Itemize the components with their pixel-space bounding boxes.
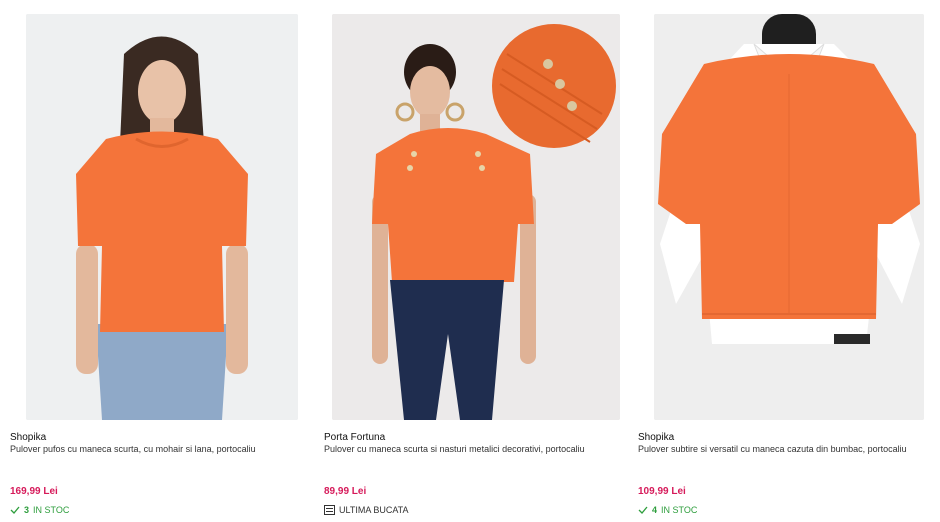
product-title[interactable]: Pulover cu maneca scurta si nasturi meta… bbox=[324, 444, 616, 455]
product-photo-woman-orange-top-buttons bbox=[332, 14, 620, 420]
product-image[interactable] bbox=[654, 14, 924, 420]
stock-status: 3 IN STOC bbox=[10, 505, 69, 515]
stock-label: ULTIMA BUCATA bbox=[339, 505, 409, 515]
product-title[interactable]: Pulover pufos cu maneca scurta, cu mohai… bbox=[10, 444, 302, 455]
stock-quantity: 3 bbox=[24, 505, 30, 515]
box-icon bbox=[324, 505, 335, 515]
product-price: 109,99 Lei bbox=[638, 486, 686, 497]
product-image[interactable] bbox=[26, 14, 298, 420]
stock-status: ULTIMA BUCATA bbox=[324, 505, 409, 515]
check-icon bbox=[10, 506, 20, 514]
product-brand[interactable]: Shopika bbox=[10, 432, 46, 443]
check-icon bbox=[638, 506, 648, 514]
product-brand[interactable]: Porta Fortuna bbox=[324, 432, 385, 443]
product-photo-mannequin-orange-sweater bbox=[654, 14, 924, 420]
product-card[interactable]: Shopika Pulover subtire si versatil cu m… bbox=[638, 0, 938, 522]
stock-status: 4 IN STOC bbox=[638, 505, 697, 515]
stock-label: IN STOC bbox=[661, 505, 698, 515]
product-grid: Shopika Pulover pufos cu maneca scurta, … bbox=[0, 0, 940, 522]
product-card[interactable]: Porta Fortuna Pulover cu maneca scurta s… bbox=[324, 0, 624, 522]
product-image[interactable] bbox=[332, 14, 620, 420]
stock-label: IN STOC bbox=[33, 505, 70, 515]
product-photo-woman-orange-sweater bbox=[26, 14, 298, 420]
stock-quantity: 4 bbox=[652, 505, 658, 515]
product-card[interactable]: Shopika Pulover pufos cu maneca scurta, … bbox=[10, 0, 310, 522]
product-price: 89,99 Lei bbox=[324, 486, 367, 497]
product-price: 169,99 Lei bbox=[10, 486, 58, 497]
product-title[interactable]: Pulover subtire si versatil cu maneca ca… bbox=[638, 444, 930, 455]
product-brand[interactable]: Shopika bbox=[638, 432, 674, 443]
